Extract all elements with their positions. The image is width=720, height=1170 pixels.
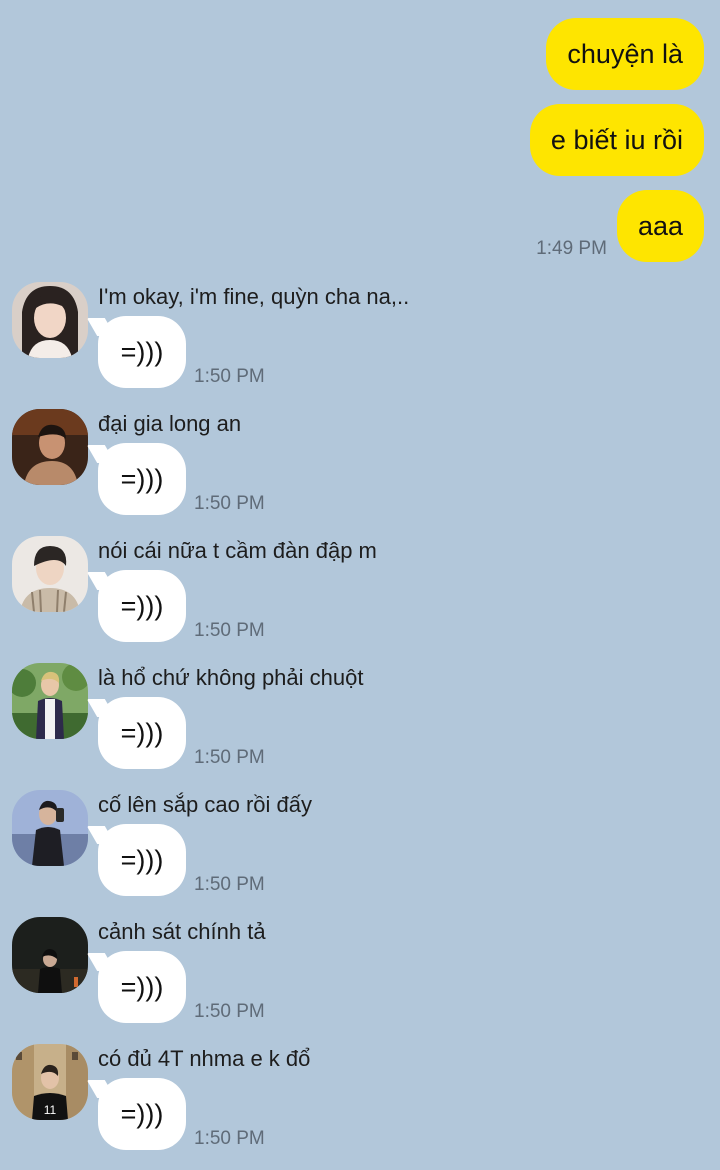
- sender-name: nói cái nữa t cầm đàn đập m: [98, 538, 377, 563]
- incoming-message: nói cái nữa t cầm đàn đập m =))) 1:50 PM: [12, 536, 712, 656]
- svg-text:11: 11: [44, 1103, 57, 1117]
- outgoing-message[interactable]: e biết iu rồi: [529, 104, 704, 176]
- message-time: 1:50 PM: [194, 747, 265, 768]
- message-time: 1:50 PM: [194, 874, 265, 895]
- sender-name: cố lên sắp cao rồi đấy: [98, 792, 313, 817]
- incoming-bubble[interactable]: =))): [98, 951, 186, 1023]
- message-time: 1:50 PM: [194, 366, 265, 387]
- incoming-bubble[interactable]: =))): [98, 570, 186, 642]
- outgoing-message[interactable]: chuyện là: [546, 18, 704, 90]
- sender-name: là hổ chứ không phải chuột: [98, 665, 364, 690]
- chat-room[interactable]: chuyện là e biết iu rồi 1:49 PM aaa I'm …: [0, 0, 720, 1170]
- outgoing-bubble[interactable]: chuyện là: [546, 18, 704, 90]
- message-time: 1:50 PM: [194, 620, 265, 641]
- incoming-message: I'm okay, i'm fine, quỳn cha na,.. =))) …: [12, 282, 712, 402]
- sender-name: đại gia long an: [98, 411, 242, 436]
- outgoing-message[interactable]: 1:49 PM aaa: [536, 190, 704, 262]
- message-time: 1:50 PM: [194, 1001, 265, 1022]
- avatar-man-garden-icon[interactable]: [12, 663, 88, 739]
- message-time: 1:50 PM: [194, 1128, 265, 1149]
- incoming-bubble[interactable]: =))): [98, 1078, 186, 1150]
- incoming-message: 11 có đủ 4T nhma e k đổ =))) 1:50 PM: [12, 1044, 712, 1164]
- incoming-message: cảnh sát chính tả =))) 1:50 PM: [12, 917, 712, 1037]
- incoming-message: đại gia long an =))) 1:50 PM: [12, 409, 712, 529]
- incoming-message: cố lên sắp cao rồi đấy =))) 1:50 PM: [12, 790, 712, 910]
- avatar-street-icon[interactable]: 11: [12, 1044, 88, 1120]
- incoming-bubble[interactable]: =))): [98, 697, 186, 769]
- avatar-night-icon[interactable]: [12, 917, 88, 993]
- incoming-bubble[interactable]: =))): [98, 316, 186, 388]
- message-time: 1:49 PM: [536, 238, 607, 259]
- sender-name: I'm okay, i'm fine, quỳn cha na,..: [98, 284, 410, 309]
- incoming-bubble[interactable]: =))): [98, 443, 186, 515]
- incoming-bubble[interactable]: =))): [98, 824, 186, 896]
- incoming-message: là hổ chứ không phải chuột =))) 1:50 PM: [12, 663, 712, 783]
- message-time: 1:50 PM: [194, 493, 265, 514]
- sender-name: có đủ 4T nhma e k đổ: [98, 1046, 311, 1071]
- avatar-mirror-selfie-icon[interactable]: [12, 790, 88, 866]
- outgoing-bubble[interactable]: e biết iu rồi: [529, 104, 704, 176]
- avatar-girl-icon[interactable]: [12, 282, 88, 358]
- outgoing-bubble[interactable]: aaa: [616, 190, 704, 262]
- avatar-man-light-icon[interactable]: [12, 536, 88, 612]
- sender-name: cảnh sát chính tả: [98, 919, 266, 944]
- avatar-man-dark-icon[interactable]: [12, 409, 88, 485]
